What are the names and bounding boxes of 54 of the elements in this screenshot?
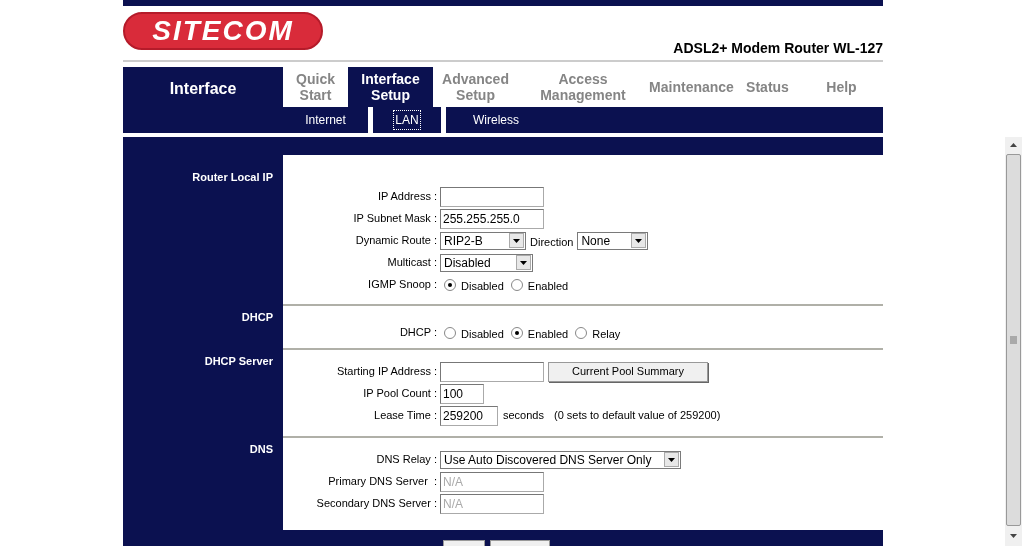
radio-label: Enabled xyxy=(527,326,569,342)
radio-button[interactable] xyxy=(510,326,523,339)
radio-button[interactable] xyxy=(444,326,456,339)
field-label: DNS Relay : xyxy=(375,452,438,468)
logo: SITECOM xyxy=(123,12,323,50)
radio-label: Relay xyxy=(592,326,621,342)
dropdown[interactable]: None xyxy=(577,231,649,250)
field-label: Dynamic Route : xyxy=(354,233,438,249)
field-label: DHCP : xyxy=(398,325,438,341)
caret-icon xyxy=(664,452,679,467)
sub-tab[interactable]: LAN xyxy=(394,111,420,129)
caret-icon xyxy=(516,255,531,270)
field-label: IP Address : xyxy=(376,189,438,205)
caret-icon xyxy=(509,233,524,248)
field-label: IP Subnet Mask : xyxy=(352,211,438,227)
section-label: DHCP xyxy=(241,311,273,323)
sub-tab[interactable]: Internet xyxy=(304,111,347,129)
field-label: Direction xyxy=(530,234,574,250)
input-field[interactable] xyxy=(440,361,544,382)
field-label: Secondary DNS Server : xyxy=(315,496,438,512)
radio-label: Enabled xyxy=(527,278,569,294)
field-label: Primary DNS Server : xyxy=(327,474,438,490)
section-title: Interface xyxy=(169,79,237,99)
scroll-down-icon[interactable] xyxy=(1010,534,1017,538)
radio-label: Disabled xyxy=(461,326,504,342)
current-pool-summary-button[interactable]: Current Pool Summary xyxy=(548,361,708,382)
radio-label: Disabled xyxy=(461,278,504,294)
section-label: Router Local IP xyxy=(192,171,273,183)
scrollbar-thumb[interactable] xyxy=(1006,154,1021,526)
radio-button[interactable] xyxy=(444,278,456,291)
field-label: Multicast : xyxy=(386,255,438,271)
nav-tab[interactable]: Interface Setup xyxy=(348,67,433,107)
caret-icon xyxy=(631,233,647,248)
scrollbar[interactable] xyxy=(1005,137,1022,546)
hint-text: (0 sets to default value of 259200) xyxy=(554,408,721,424)
section-label: DHCP Server xyxy=(204,355,273,367)
field-label: Lease Time : xyxy=(373,408,438,424)
scroll-up-icon[interactable] xyxy=(1010,143,1017,147)
dropdown[interactable]: Disabled xyxy=(440,253,533,272)
input-field[interactable]: 100 xyxy=(440,383,484,404)
radio-button[interactable] xyxy=(575,326,588,339)
dropdown[interactable]: Use Auto Discovered DNS Server Only xyxy=(440,450,681,469)
radio-button[interactable] xyxy=(510,278,523,291)
dropdown[interactable]: RIP2-B xyxy=(440,231,526,250)
field-label: IP Pool Count : xyxy=(362,386,438,402)
section-label: DNS xyxy=(249,443,273,455)
unit-text: seconds xyxy=(503,408,544,424)
input-field[interactable] xyxy=(440,186,544,207)
sub-tab[interactable]: Wireless xyxy=(472,111,520,129)
field-label: IGMP Snoop : xyxy=(367,277,438,293)
input-field[interactable]: 259200 xyxy=(440,405,498,426)
model-title: ADSL2+ Modem Router WL-127 xyxy=(673,39,883,58)
field-label: Starting IP Address : xyxy=(335,364,438,380)
input-field[interactable]: 255.255.255.0 xyxy=(440,208,544,229)
